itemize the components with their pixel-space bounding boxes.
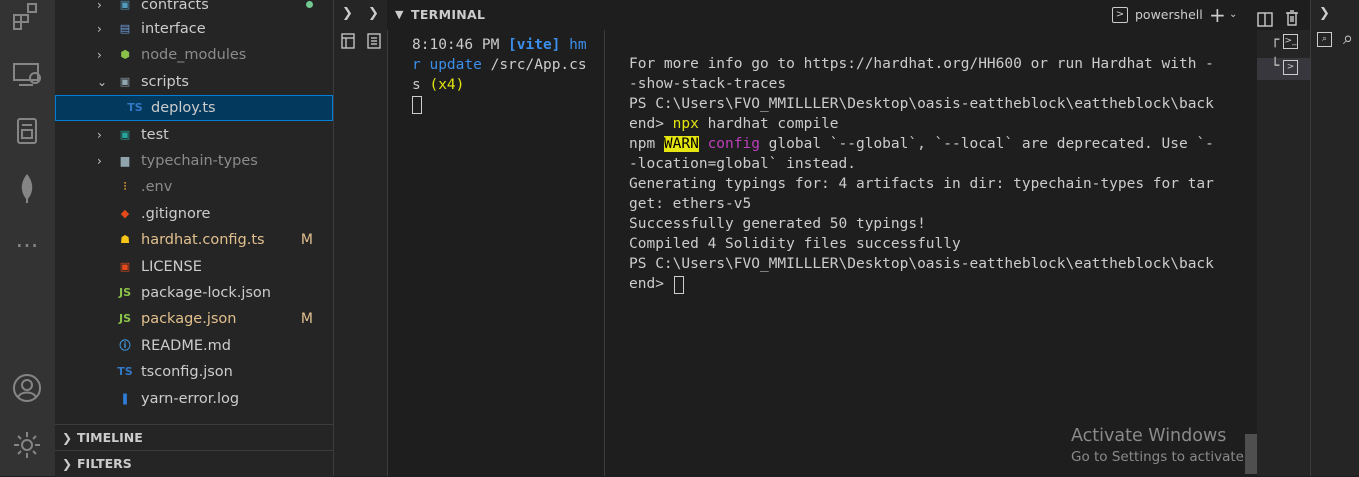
shell-label[interactable]: powershell: [1135, 0, 1203, 30]
typescript-file-icon: TS: [127, 101, 143, 114]
explorer-item[interactable]: ▣ LICENSE: [55, 254, 333, 280]
warn-badge: WARN: [663, 136, 699, 152]
filters-label: FILTERS: [77, 456, 132, 471]
extensions-icon[interactable]: [11, 1, 43, 33]
explorer-item-label: typechain-types: [141, 153, 258, 169]
search-icon[interactable]: ⌕: [1343, 28, 1353, 49]
chevron-right-icon[interactable]: ›: [97, 42, 109, 68]
terminal-cursor: [412, 96, 422, 114]
json-file-icon: JS: [118, 286, 131, 299]
timeline-header[interactable]: ❯ TIMELINE: [55, 424, 333, 451]
explorer-item-label: yarn-error.log: [141, 391, 240, 407]
explorer-item-label: interface: [141, 21, 206, 37]
explorer-item[interactable]: › ▆ typechain-types: [55, 148, 333, 174]
explorer-item[interactable]: ⓘ README.md: [55, 333, 333, 359]
git-icon: ◆: [120, 207, 130, 220]
mongodb-leaf-icon[interactable]: [11, 172, 43, 204]
explorer-item[interactable]: › ⬢ node_modules: [55, 42, 333, 68]
chevron-right-icon[interactable]: ❯: [342, 6, 353, 21]
explorer-item[interactable]: ⌄ ▣ scripts: [55, 69, 333, 95]
typescript-file-icon: TS: [117, 365, 133, 378]
chevron-right-icon: ❯: [62, 431, 73, 445]
explorer-item-label: package.json: [141, 311, 237, 327]
terminal-tabs-rail: ┌ >_ └ >: [1257, 30, 1310, 476]
folder-node-modules-icon: ⬢: [120, 48, 130, 61]
log-file-icon: ❚: [120, 392, 130, 405]
modified-badge: M: [300, 232, 313, 248]
explorer-item[interactable]: ❚ yarn-error.log: [55, 386, 333, 412]
explorer-item-label: .env: [141, 179, 173, 195]
database-icon[interactable]: [11, 115, 43, 147]
folder-icon: ▆: [120, 154, 130, 167]
folder-interface-icon: ▤: [119, 22, 131, 35]
chevron-right-icon[interactable]: ❯: [1319, 6, 1330, 21]
terminal-title: TERMINAL: [411, 7, 486, 22]
explorer-item-label: LICENSE: [141, 259, 202, 275]
explorer-item-label: tsconfig.json: [141, 364, 233, 380]
explorer-item[interactable]: › ▣ test: [55, 122, 333, 148]
explorer-item-label: deploy.ts: [151, 100, 216, 116]
explorer-item[interactable]: TS deploy.ts: [55, 95, 333, 121]
chevron-right-icon[interactable]: ›: [97, 148, 109, 174]
secondary-sidebar: ❯ ⌕ ⌕: [1310, 0, 1359, 476]
explorer-item[interactable]: ◆ .gitignore: [55, 201, 333, 227]
terminal-tab-icon[interactable]: >: [1283, 60, 1298, 75]
status-dot: [306, 1, 313, 8]
tree-corner-icon: └: [1271, 58, 1280, 74]
new-terminal-icon[interactable]: +: [1209, 0, 1226, 30]
chevron-right-icon[interactable]: ›: [97, 122, 109, 148]
explorer-item[interactable]: ☗ hardhat.config.ts M: [55, 227, 333, 253]
terminal-header: ▼ TERMINAL > powershell + ⌄: [387, 0, 1309, 30]
terminal-cursor: [674, 276, 684, 294]
terminal-split-icon[interactable]: [340, 32, 356, 54]
terminal-area[interactable]: 8:10:46 PM [vite] hm r update /src/App.c…: [387, 30, 1313, 476]
explorer-item-label: package-lock.json: [141, 285, 271, 301]
gear-icon[interactable]: [11, 429, 43, 461]
folder-test-icon: ▣: [119, 128, 131, 141]
terminal-output: For more info go to https://hardhat.org/…: [629, 56, 1214, 292]
explorer-item[interactable]: JS package.json M: [55, 306, 333, 332]
explorer-item-label: .gitignore: [141, 206, 211, 222]
explorer-item-label: node_modules: [141, 47, 247, 63]
account-icon[interactable]: [11, 372, 43, 404]
search-terminal-icon[interactable]: ⌕: [1317, 32, 1332, 47]
vite-hmr-line: 8:10:46 PM [vite] hm r update /src/App.c…: [412, 37, 587, 93]
terminal-list-icon[interactable]: [366, 32, 382, 54]
terminal-tab-icon[interactable]: >_: [1283, 34, 1298, 49]
terminal-left-pane[interactable]: 8:10:46 PM [vite] hm r update /src/App.c…: [388, 30, 605, 476]
explorer-item[interactable]: TS tsconfig.json: [55, 359, 333, 385]
chevron-right-icon: ❯: [62, 457, 73, 471]
explorer-item-label: scripts: [141, 74, 189, 90]
scrollbar-thumb[interactable]: [1245, 434, 1257, 474]
remote-explorer-icon[interactable]: [11, 58, 43, 90]
panel-gutter: ❯ ❯: [333, 0, 388, 476]
explorer-item-label: test: [141, 127, 169, 143]
explorer-tree: › ▣ contracts › ▤ interface › ⬢ node_modules ⌄ ▣ sc…: [55, 0, 333, 476]
chevron-down-icon[interactable]: ▼: [395, 0, 403, 30]
terminal-right-pane[interactable]: For more info go to https://hardhat.org/…: [605, 30, 1245, 476]
license-icon: ▣: [119, 260, 131, 273]
tree-corner-icon: ┌: [1271, 32, 1280, 48]
filters-header[interactable]: ❯ FILTERS: [55, 450, 333, 477]
folder-scripts-icon: ▣: [119, 75, 131, 88]
chevron-down-icon[interactable]: ⌄: [97, 69, 109, 95]
modified-badge: M: [300, 311, 313, 327]
env-file-icon: ⫶: [123, 180, 127, 193]
activity-bar: ···: [0, 0, 55, 476]
explorer-item[interactable]: ⫶ .env: [55, 174, 333, 200]
json-file-icon: JS: [118, 312, 131, 325]
chevron-right-icon[interactable]: ›: [97, 16, 109, 42]
folder-contracts-icon: ▣: [119, 0, 131, 11]
hardhat-icon: ☗: [120, 233, 130, 246]
terminal-shell-icon: >: [1112, 7, 1128, 23]
timeline-label: TIMELINE: [77, 430, 143, 445]
explorer-item[interactable]: › ▤ interface: [55, 16, 333, 42]
chevron-down-icon[interactable]: ⌄: [1229, 0, 1237, 30]
info-icon: ⓘ: [119, 339, 131, 352]
explorer-item-label: hardhat.config.ts: [141, 232, 265, 248]
explorer-item[interactable]: JS package-lock.json: [55, 280, 333, 306]
more-icon[interactable]: ···: [11, 230, 43, 262]
explorer-item-label: README.md: [141, 338, 231, 354]
chevron-right-icon[interactable]: ❯: [368, 6, 379, 21]
